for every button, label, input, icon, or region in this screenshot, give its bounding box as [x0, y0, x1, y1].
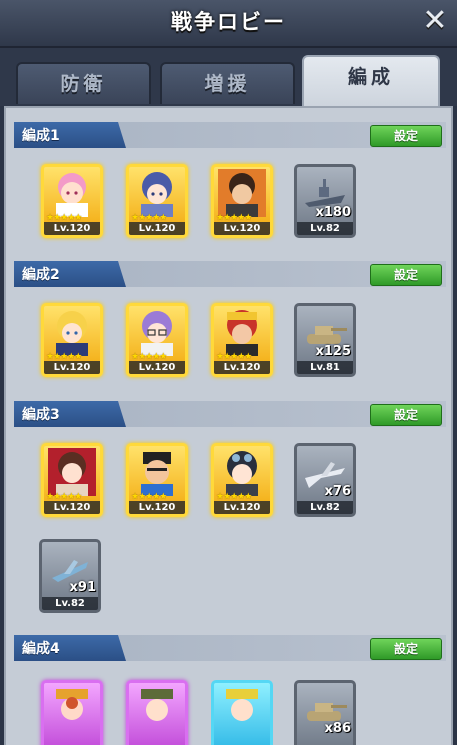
close-icon[interactable]: ✕ — [419, 6, 451, 38]
level-label: Lv.120 — [129, 361, 185, 374]
unit-quantity: x125 — [315, 344, 351, 359]
yellow-hat-girl-portrait-icon — [226, 689, 258, 721]
title-bar: 戦争ロビー ✕ — [0, 0, 457, 48]
unit-quantity: x86 — [324, 721, 351, 736]
unit-card[interactable]: x180 Lv.82 — [294, 164, 356, 238]
set-button[interactable]: 設定 — [370, 125, 442, 147]
level-label: Lv.120 — [129, 222, 185, 235]
formation-header-3: 編成3 設定 — [14, 401, 446, 427]
formation-panel: 編成1 設定 ★★★★★ Lv.120 ★★★★★ Lv.120 ★★★★★ L… — [4, 106, 453, 745]
hero-card[interactable]: ★★★★★ Lv.120 — [126, 443, 188, 517]
hero-card[interactable]: ★★★★★ Lv.120 — [211, 303, 273, 377]
hero-card[interactable] — [126, 680, 188, 745]
unit-quantity: x91 — [69, 580, 96, 595]
tab-bar: 防衛 増援 編成 — [0, 48, 457, 106]
goggles-girl-portrait-icon — [226, 451, 258, 496]
tab-defense[interactable]: 防衛 — [16, 62, 151, 104]
level-label: Lv.120 — [44, 361, 100, 374]
level-label: Lv.81 — [297, 361, 353, 374]
unit-quantity: x180 — [315, 205, 351, 220]
hero-card[interactable] — [211, 680, 273, 745]
formation-label: 編成3 — [22, 407, 60, 423]
level-label: Lv.120 — [44, 222, 100, 235]
unit-quantity: x76 — [324, 484, 351, 499]
cartoon-man-portrait-icon — [141, 452, 173, 496]
hero-card[interactable]: ★★★★★ Lv.120 — [211, 443, 273, 517]
hero-card[interactable]: ★★★★★ Lv.120 — [41, 164, 103, 238]
blue-hair-girl-portrait-icon — [141, 172, 173, 217]
red-hair-boy-portrait-icon — [226, 310, 258, 356]
formation-label: 編成2 — [22, 267, 60, 283]
formation-header-2: 編成2 設定 — [14, 261, 446, 287]
tab-reinforcement[interactable]: 増援 — [160, 62, 295, 104]
level-label: Lv.120 — [44, 501, 100, 514]
formation-header-4: 編成4 設定 — [14, 635, 446, 661]
hero-card[interactable]: ★★★★★ Lv.120 — [41, 303, 103, 377]
level-label: Lv.120 — [214, 361, 270, 374]
level-label: Lv.82 — [297, 501, 353, 514]
purple-hair-girl-glasses-portrait-icon — [141, 311, 173, 356]
level-label: Lv.120 — [129, 501, 185, 514]
tab-formation[interactable]: 編成 — [302, 55, 440, 106]
formation-label: 編成4 — [22, 641, 60, 657]
level-label: Lv.120 — [214, 501, 270, 514]
formation-label: 編成1 — [22, 128, 60, 144]
level-label: Lv.82 — [297, 222, 353, 235]
brown-hair-girl-portrait-icon — [48, 448, 96, 496]
page-title: 戦争ロビー — [171, 10, 286, 34]
set-button[interactable]: 設定 — [370, 404, 442, 426]
set-button[interactable]: 設定 — [370, 638, 442, 660]
hero-card[interactable]: ★★★★★ Lv.120 — [41, 443, 103, 517]
set-button[interactable]: 設定 — [370, 264, 442, 286]
camo-hat-girl-portrait-icon — [141, 689, 173, 721]
unit-card[interactable]: x91 Lv.82 — [39, 539, 101, 613]
unit-card[interactable]: x125 Lv.81 — [294, 303, 356, 377]
hero-card[interactable]: ★★★★★ Lv.120 — [126, 164, 188, 238]
dark-hair-boy-portrait-icon — [218, 169, 266, 217]
hero-card[interactable]: ★★★★★ Lv.120 — [126, 303, 188, 377]
hero-card[interactable]: ★★★★★ Lv.120 — [211, 164, 273, 238]
unit-card[interactable]: x76 Lv.82 — [294, 443, 356, 517]
level-label: Lv.82 — [42, 597, 98, 610]
unit-card[interactable]: x86 — [294, 680, 356, 745]
hat-girl-portrait-icon — [56, 689, 88, 720]
formation-header-1: 編成1 設定 — [14, 122, 446, 148]
pink-hair-girl-portrait-icon — [56, 173, 88, 217]
level-label: Lv.120 — [214, 222, 270, 235]
hero-card[interactable] — [41, 680, 103, 745]
blonde-girl-portrait-icon — [56, 311, 88, 356]
